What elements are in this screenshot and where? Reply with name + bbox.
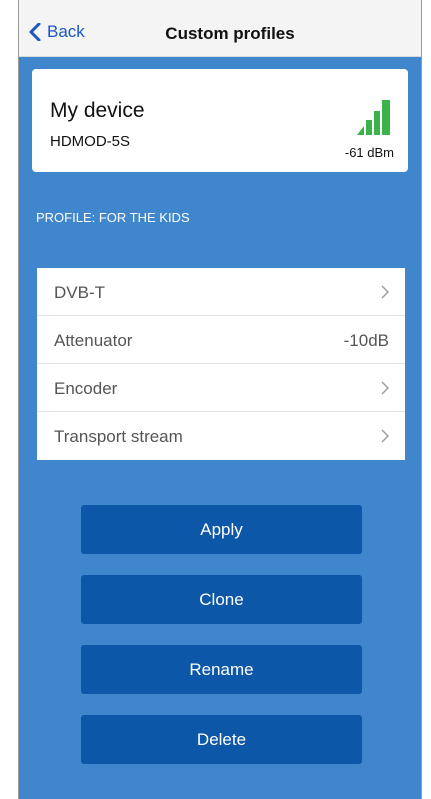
main-content: My device HDMOD-5S -61 dBm PROFILE: FOR … [19, 57, 421, 799]
page-title: Custom profiles [165, 24, 295, 43]
app-window: Back Custom profiles My device HDMOD-5S … [18, 0, 422, 799]
chevron-right-icon [381, 429, 389, 443]
chevron-right-icon [381, 285, 389, 299]
signal-strength-icon [357, 100, 390, 135]
settings-list: DVB-T Attenuator -10dB Encoder Transport… [37, 268, 405, 460]
device-model: HDMOD-5S [50, 133, 131, 150]
profile-label: PROFILE: FOR THE KIDS [36, 210, 190, 225]
chevron-right-icon [381, 381, 389, 395]
delete-button[interactable]: Delete [81, 715, 362, 764]
setting-label: DVB-T [54, 283, 105, 302]
setting-label: Transport stream [54, 427, 183, 446]
setting-row-attenuator[interactable]: Attenuator -10dB [37, 316, 405, 364]
device-name: My device [50, 99, 145, 122]
setting-row-encoder[interactable]: Encoder [37, 364, 405, 412]
setting-value: -10dB [343, 331, 389, 350]
setting-row-dvb-t[interactable]: DVB-T [37, 268, 405, 316]
clone-button[interactable]: Clone [81, 575, 362, 624]
setting-row-transport-stream[interactable]: Transport stream [37, 412, 405, 460]
device-card[interactable]: My device HDMOD-5S -61 dBm [32, 69, 408, 172]
screen: Back Custom profiles My device HDMOD-5S … [0, 0, 431, 799]
rename-button[interactable]: Rename [81, 645, 362, 694]
navigation-bar: Back Custom profiles [19, 0, 421, 57]
setting-label: Attenuator [54, 331, 133, 350]
signal-strength-value: -61 dBm [344, 145, 394, 160]
apply-button[interactable]: Apply [81, 505, 362, 554]
setting-label: Encoder [54, 379, 118, 398]
